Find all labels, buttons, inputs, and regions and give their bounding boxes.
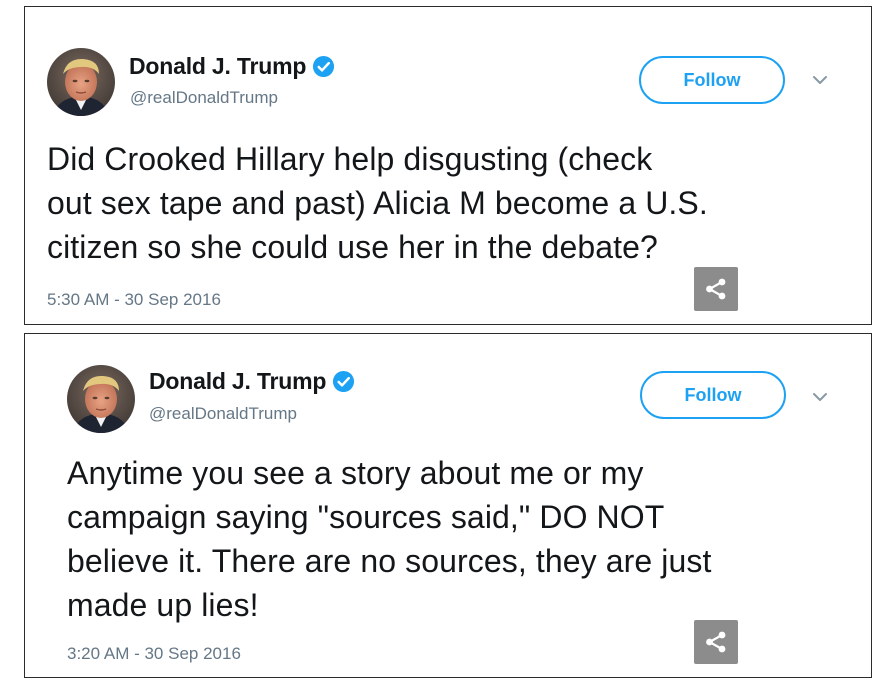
chevron-down-icon[interactable]: [812, 392, 828, 402]
avatar-image: [47, 48, 115, 116]
display-name[interactable]: Donald J. Trump: [149, 368, 326, 395]
share-button[interactable]: [694, 620, 738, 664]
author-name-row[interactable]: Donald J. Trump: [129, 53, 335, 80]
user-handle[interactable]: @realDonaldTrump: [130, 88, 278, 108]
tweet-text: Anytime you see a story about me or my c…: [67, 455, 712, 623]
tweet-text: Did Crooked Hillary help disgusting (che…: [47, 141, 708, 265]
share-icon: [706, 631, 726, 653]
avatar-image: [67, 365, 135, 433]
follow-button[interactable]: Follow: [639, 56, 785, 104]
tweet-card: Donald J. Trump @realDonaldTrump Follow …: [24, 6, 872, 325]
tweet-timestamp[interactable]: 5:30 AM - 30 Sep 2016: [47, 290, 221, 310]
share-button[interactable]: [694, 267, 738, 311]
avatar[interactable]: [47, 48, 115, 116]
avatar[interactable]: [67, 365, 135, 433]
tweet-timestamp[interactable]: 3:20 AM - 30 Sep 2016: [67, 644, 241, 664]
follow-button[interactable]: Follow: [640, 371, 786, 419]
verified-badge-icon: [312, 55, 335, 78]
display-name[interactable]: Donald J. Trump: [129, 53, 306, 80]
chevron-down-icon[interactable]: [812, 75, 828, 85]
share-icon: [706, 278, 726, 300]
verified-badge-icon: [332, 370, 355, 393]
tweet-card: Donald J. Trump @realDonaldTrump Follow …: [24, 333, 872, 678]
author-name-row[interactable]: Donald J. Trump: [149, 368, 355, 395]
user-handle[interactable]: @realDonaldTrump: [149, 404, 297, 424]
